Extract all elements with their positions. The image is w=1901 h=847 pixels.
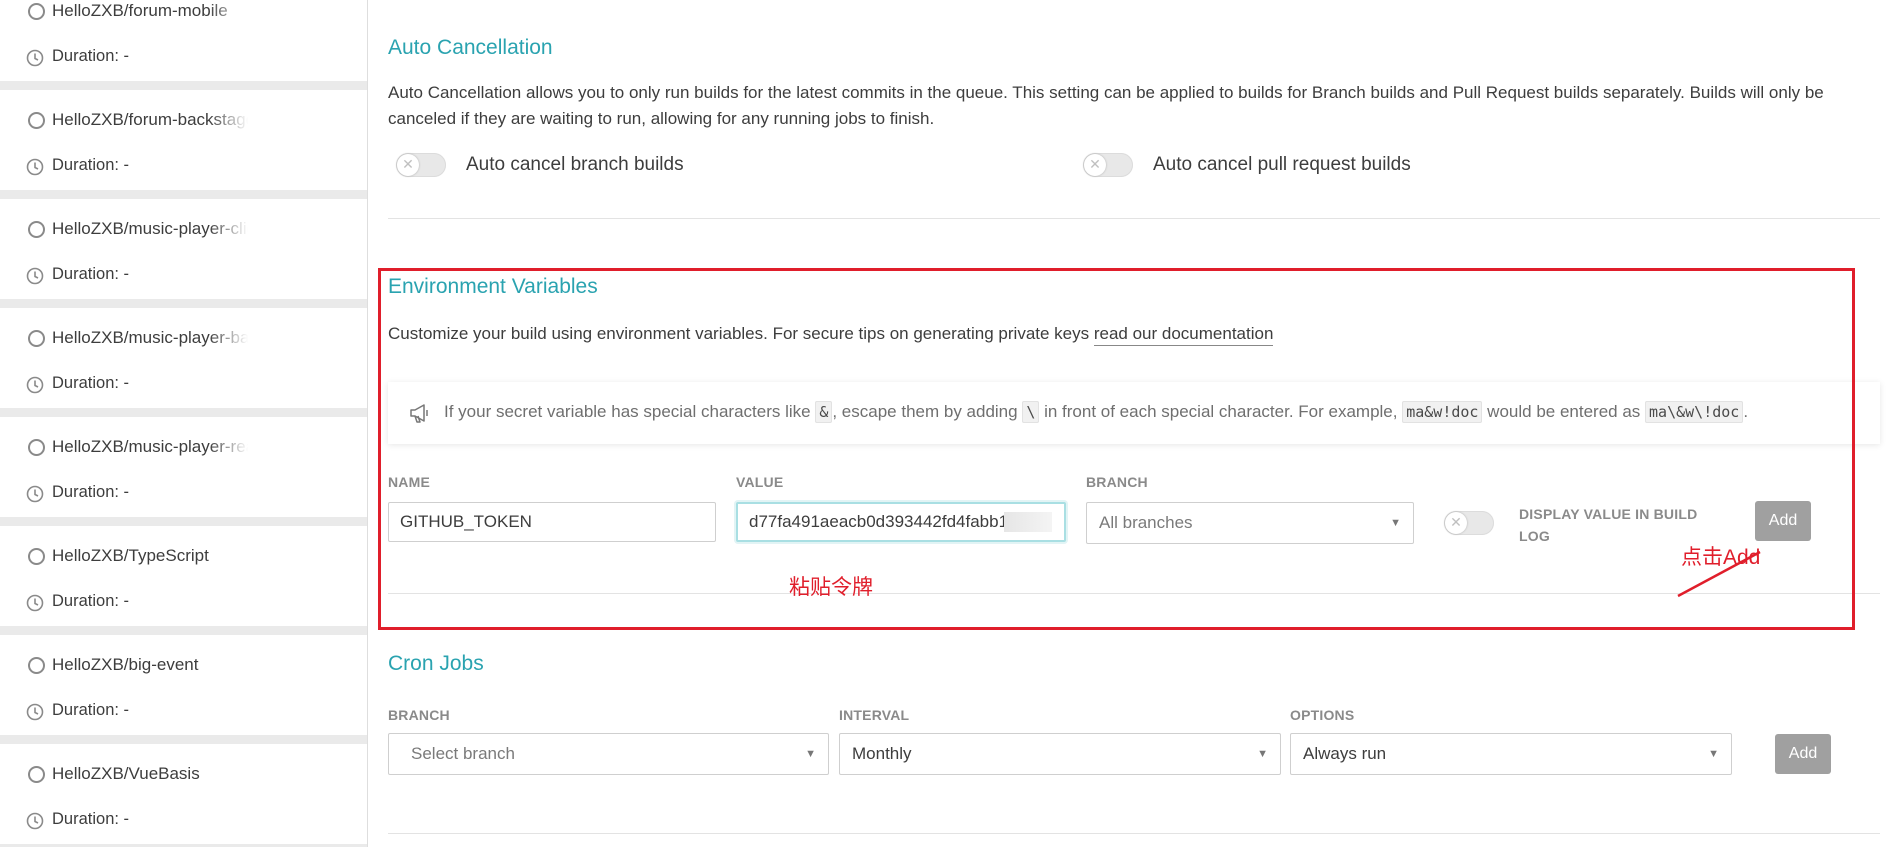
repo-name[interactable]: HelloZXB/music-player-client: [52, 219, 248, 239]
repo-name[interactable]: HelloZXB/VueBasis: [52, 764, 248, 784]
repo-duration: Duration: -: [52, 592, 130, 610]
repo-sidebar: HelloZXB/forum-mobile Duration: - HelloZ…: [0, 0, 367, 847]
repo-name[interactable]: HelloZXB/forum-backstage: [52, 110, 248, 130]
repo-name[interactable]: HelloZXB/TypeScript: [52, 546, 248, 566]
cron-branch-select[interactable]: Select branch ▼: [388, 733, 829, 775]
repo-item[interactable]: HelloZXB/forum-backstage Duration: -: [0, 90, 367, 190]
status-circle-icon: [28, 548, 45, 565]
repo-duration: Duration: -: [52, 810, 130, 828]
clock-icon: [26, 594, 44, 612]
toggle-off-icon: ✕: [1084, 154, 1106, 176]
cron-options-select[interactable]: Always run ▼: [1290, 733, 1732, 775]
auto-cancel-branch-toggle[interactable]: ✕: [396, 153, 446, 177]
cron-interval-select[interactable]: Monthly ▼: [839, 733, 1281, 775]
cron-interval-value: Monthly: [852, 744, 912, 763]
clock-icon: [26, 376, 44, 394]
status-circle-icon: [28, 221, 45, 238]
toggle-off-icon: ✕: [397, 154, 419, 176]
repo-item[interactable]: HelloZXB/VueBasis Duration: -: [0, 744, 367, 844]
highlight-box: [378, 268, 1855, 630]
repo-duration: Duration: -: [52, 47, 130, 65]
repo-item[interactable]: HelloZXB/forum-mobile Duration: -: [0, 0, 367, 81]
auto-cancel-pr-toggle[interactable]: ✕: [1083, 153, 1133, 177]
clock-icon: [26, 485, 44, 503]
repo-name[interactable]: HelloZXB/music-player-rearEnd: [52, 437, 248, 457]
section-divider: [388, 218, 1880, 219]
sidebar-divider: [367, 0, 368, 847]
repo-item[interactable]: HelloZXB/music-player-client Duration: -: [0, 199, 367, 299]
repo-duration: Duration: -: [52, 265, 130, 283]
annotation-arrow: [1677, 550, 1761, 598]
cron-options-label: OPTIONS: [1290, 707, 1355, 723]
repo-item[interactable]: HelloZXB/music-player-rearEnd Duration: …: [0, 417, 367, 517]
repo-duration: Duration: -: [52, 374, 130, 392]
status-circle-icon: [28, 112, 45, 129]
cron-branch-placeholder: Select branch: [411, 744, 515, 763]
repo-item[interactable]: HelloZXB/big-event Duration: -: [0, 635, 367, 735]
chevron-down-icon: ▼: [805, 748, 816, 760]
repo-name[interactable]: HelloZXB/music-player-backstage: [52, 328, 248, 348]
paste-token-annotation: 粘贴令牌: [789, 576, 873, 599]
cron-options-value: Always run: [1303, 744, 1387, 763]
cron-interval-label: INTERVAL: [839, 707, 910, 723]
repo-duration: Duration: -: [52, 701, 130, 719]
section-divider: [388, 833, 1880, 834]
auto-cancel-branch-label: Auto cancel branch builds: [466, 154, 684, 175]
repo-name[interactable]: HelloZXB/big-event: [52, 655, 248, 675]
repo-duration: Duration: -: [52, 156, 130, 174]
status-circle-icon: [28, 439, 45, 456]
repo-item[interactable]: HelloZXB/music-player-backstage Duration…: [0, 308, 367, 408]
status-circle-icon: [28, 3, 45, 20]
cron-branch-label: BRANCH: [388, 707, 450, 723]
clock-icon: [26, 267, 44, 285]
auto-cancel-pr-label: Auto cancel pull request builds: [1153, 154, 1411, 175]
clock-icon: [26, 49, 44, 67]
clock-icon: [26, 703, 44, 721]
chevron-down-icon: ▼: [1708, 748, 1719, 760]
clock-icon: [26, 812, 44, 830]
clock-icon: [26, 158, 44, 176]
repo-item[interactable]: HelloZXB/TypeScript Duration: -: [0, 526, 367, 626]
cron-jobs-title: Cron Jobs: [388, 652, 484, 675]
status-circle-icon: [28, 766, 45, 783]
auto-cancel-description: Auto Cancellation allows you to only run…: [388, 83, 1824, 128]
repo-name[interactable]: HelloZXB/forum-mobile: [52, 1, 248, 21]
status-circle-icon: [28, 330, 45, 347]
repo-duration: Duration: -: [52, 483, 130, 501]
chevron-down-icon: ▼: [1257, 748, 1268, 760]
status-circle-icon: [28, 657, 45, 674]
auto-cancel-title: Auto Cancellation: [388, 36, 553, 59]
add-cron-job-button[interactable]: Add: [1775, 734, 1831, 774]
